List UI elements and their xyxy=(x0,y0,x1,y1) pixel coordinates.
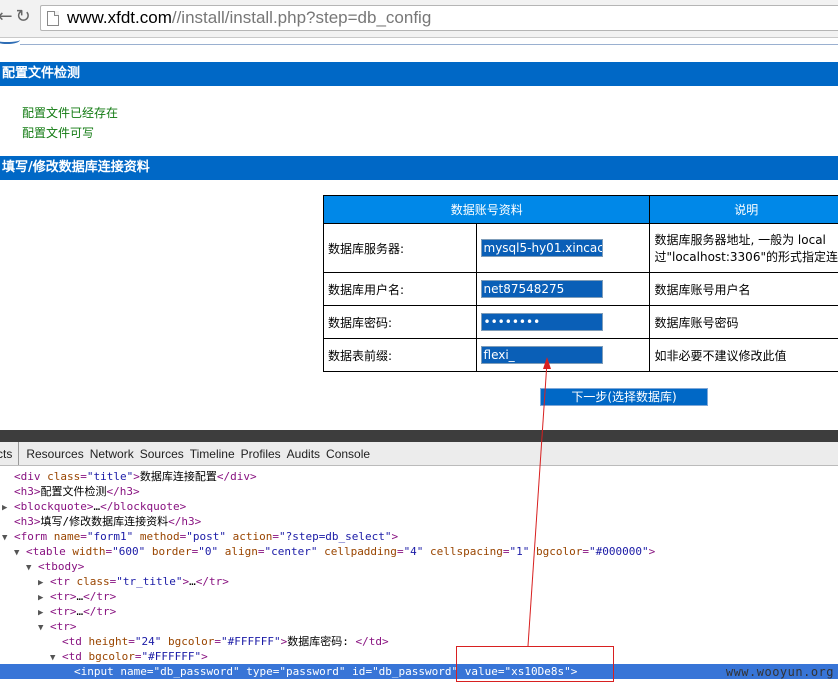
tab-elements[interactable]: cts xyxy=(0,442,20,465)
tab-audits[interactable]: Audits xyxy=(284,442,323,465)
next-step-button[interactable]: 下一步(选择数据库) xyxy=(540,388,708,406)
url-path: //install/install.php?step=db_config xyxy=(171,8,432,27)
expand-arrow-icon[interactable]: ▶ xyxy=(38,576,50,589)
collapse-arrow-icon[interactable]: ▼ xyxy=(26,561,38,574)
table-row-db-user: 数据库用户名: net87548275 数据库账号用户名 xyxy=(324,273,838,305)
dom-td-text: 数据库密码: xyxy=(287,635,356,648)
desc-db-host: 数据库服务器地址, 一般为 local 过"localhost:3306"的形式指… xyxy=(650,224,838,272)
logo-icon xyxy=(0,38,20,44)
dom-tree: <div class="title">数据库连接配置</div> <h3>配置文… xyxy=(0,467,838,683)
url-text[interactable]: www.xfdt.com//install/install.php?step=d… xyxy=(67,8,431,28)
tab-resources[interactable]: Resources xyxy=(23,442,86,465)
table-row-db-host: 数据库服务器: mysql5-hy01.xincache 数据库服务器地址, 一… xyxy=(324,224,838,272)
collapse-arrow-icon[interactable]: ▼ xyxy=(38,621,50,634)
dom-h3-1-text: 配置文件检测 xyxy=(40,485,107,498)
dom-node-tr[interactable]: ▶ <tr>…</tr> xyxy=(0,604,838,619)
table-row-db-password: 数据库密码: •••••••• 数据库账号密码 xyxy=(324,306,838,338)
page-icon xyxy=(47,11,59,26)
db-password-input[interactable]: •••••••• xyxy=(480,313,603,331)
desc-db-prefix: 如非必要不建议修改此值 xyxy=(650,339,838,371)
tab-console[interactable]: Console xyxy=(323,442,373,465)
header-desc: 说明 xyxy=(650,196,838,223)
cell-db-password: •••••••• xyxy=(476,306,650,338)
dom-title-text: 数据库连接配置 xyxy=(139,470,217,483)
dom-node-input-password-selected[interactable]: <input name="db_password" type="password… xyxy=(0,664,838,679)
header-divider xyxy=(20,44,838,45)
expand-arrow-icon[interactable]: ▶ xyxy=(38,606,50,619)
reload-icon[interactable]: ↻ xyxy=(12,6,34,28)
label-db-user: 数据库用户名: xyxy=(324,273,476,305)
tab-network[interactable]: Network xyxy=(87,442,137,465)
collapse-arrow-icon[interactable]: ▼ xyxy=(50,651,62,664)
dom-node-blockquote[interactable]: ▶ <blockquote>…</blockquote> xyxy=(0,499,838,514)
db-config-table: 数据账号资料 说明 数据库服务器: mysql5-hy01.xincache 数… xyxy=(323,195,838,372)
label-db-host: 数据库服务器: xyxy=(324,224,476,272)
dom-node-tbody[interactable]: ▼ <tbody> xyxy=(0,559,838,574)
annotation-highlight-box xyxy=(456,646,614,682)
browser-toolbar: ← ↻ www.xfdt.com//install/install.php?st… xyxy=(0,0,838,38)
dom-node-td-label[interactable]: <td height="24" bgcolor="#FFFFFF">数据库密码:… xyxy=(0,634,838,649)
expand-arrow-icon[interactable]: ▶ xyxy=(38,591,50,604)
tab-timeline[interactable]: Timeline xyxy=(187,442,238,465)
header-account: 数据账号资料 xyxy=(324,196,650,223)
dom-node-tr-open[interactable]: ▼ <tr> xyxy=(0,619,838,634)
dom-node-form[interactable]: ▼ <form name="form1" method="post" action… xyxy=(0,529,838,544)
db-prefix-input[interactable]: flexi_ xyxy=(480,346,603,364)
devtools-panel: ctsResourcesNetworkSourcesTimelineProfil… xyxy=(0,430,838,683)
cell-db-host: mysql5-hy01.xincache xyxy=(476,224,650,272)
watermark: www.wooyun.org xyxy=(725,665,834,679)
dom-h3-2-text: 填写/修改数据库连接资料 xyxy=(40,515,169,528)
db-host-input[interactable]: mysql5-hy01.xincache xyxy=(480,239,603,257)
table-header-row: 数据账号资料 说明 xyxy=(324,196,838,223)
devtools-resize-bar[interactable] xyxy=(0,430,838,442)
cell-db-prefix: flexi_ xyxy=(476,339,650,371)
page-content: 配置文件检测 配置文件已经存在 配置文件可写 填写/修改数据库连接资料 数据账号… xyxy=(0,38,838,430)
table-row-db-prefix: 数据表前缀: flexi_ 如非必要不建议修改此值 xyxy=(324,339,838,371)
dom-node-tr[interactable]: ▶ <tr>…</tr> xyxy=(0,589,838,604)
dom-node-h3-1[interactable]: <h3>配置文件检测</h3> xyxy=(0,484,838,499)
config-writable-text: 配置文件可写 xyxy=(22,126,95,140)
section-title-db-connection: 填写/修改数据库连接资料 xyxy=(0,156,838,180)
cell-db-user: net87548275 xyxy=(476,273,650,305)
url-host: www.xfdt.com xyxy=(67,8,172,27)
dom-node-table[interactable]: ▼ <table width="600" border="0" align="ce… xyxy=(0,544,838,559)
address-bar[interactable]: www.xfdt.com//install/install.php?step=d… xyxy=(40,5,838,31)
devtools-tabbar: ctsResourcesNetworkSourcesTimelineProfil… xyxy=(0,442,838,466)
dom-node-td-input[interactable]: ▼ <td bgcolor="#FFFFFF"> xyxy=(0,649,838,664)
label-db-prefix: 数据表前缀: xyxy=(324,339,476,371)
label-db-password: 数据库密码: xyxy=(324,306,476,338)
config-exists-text: 配置文件已经存在 xyxy=(22,106,119,120)
desc-db-user: 数据库账号用户名 xyxy=(650,273,838,305)
collapse-arrow-icon[interactable]: ▼ xyxy=(2,531,14,544)
tab-profiles[interactable]: Profiles xyxy=(238,442,284,465)
dom-node-tr-title[interactable]: ▶ <tr class="tr_title">…</tr> xyxy=(0,574,838,589)
db-user-input[interactable]: net87548275 xyxy=(480,280,603,298)
dom-node-h3-2[interactable]: <h3>填写/修改数据库连接资料</h3> xyxy=(0,514,838,529)
desc-db-password: 数据库账号密码 xyxy=(650,306,838,338)
desc-db-host-line2: 过"localhost:3306"的形式指定连 xyxy=(654,250,838,264)
section-title-config-check: 配置文件检测 xyxy=(0,62,838,86)
dom-node-div-title[interactable]: <div class="title">数据库连接配置</div> xyxy=(0,469,838,484)
desc-db-host-line1: 数据库服务器地址, 一般为 local xyxy=(654,233,826,247)
tab-sources[interactable]: Sources xyxy=(137,442,187,465)
collapse-arrow-icon[interactable]: ▼ xyxy=(14,546,26,559)
expand-arrow-icon[interactable]: ▶ xyxy=(2,501,14,514)
logo-strip xyxy=(0,38,838,46)
